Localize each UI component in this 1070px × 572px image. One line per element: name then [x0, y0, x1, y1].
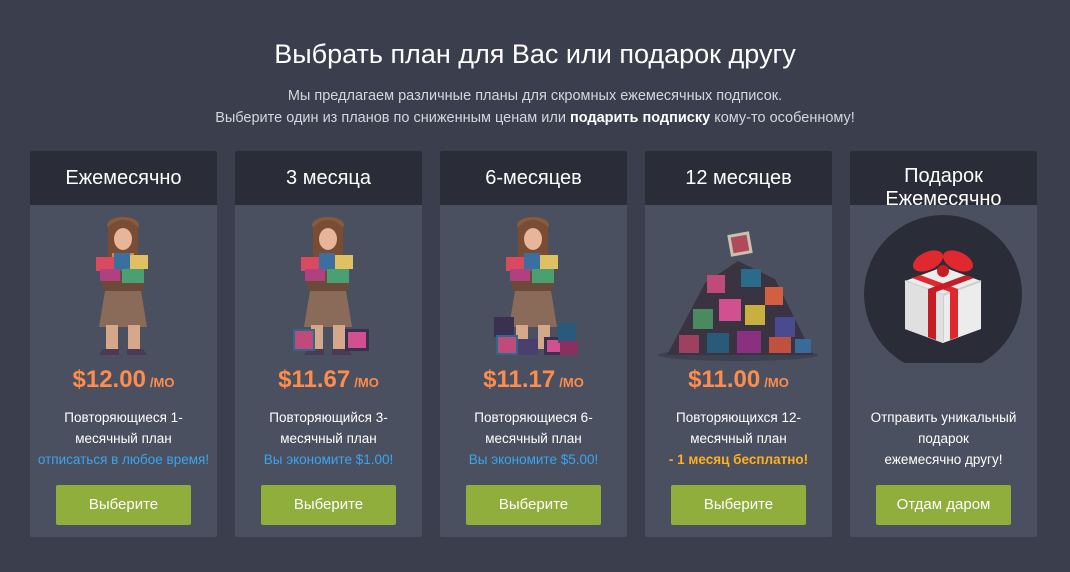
character-holding-games-icon [96, 217, 148, 355]
subtitle-line-2-end: кому-то особенному! [710, 110, 855, 126]
plan-title: 3 месяца [286, 167, 371, 189]
plan-card-3-months: 3 месяца $11.67/MO Повторяющийся 3- меся… [235, 151, 422, 537]
plan-description: Отправить уникальный подарок ежемесячно … [850, 407, 1037, 470]
plan-note: - 1 месяц бесплатно! [668, 452, 809, 467]
plan-description-line-2: месячный план [280, 431, 377, 446]
plan-description-line-1: Повторяющийся 3- [269, 410, 388, 425]
subtitle-line-2: Выберите один из планов по сниженным цен… [0, 107, 1070, 129]
price-amount: $11.67 [278, 366, 351, 393]
price-amount: $11.00 [688, 366, 761, 393]
plans-row: Ежемесячно $12.00/MO Повторяющиеся 1- ме… [30, 151, 1040, 537]
plan-card-gift: Подарок Ежемесячно Отправить уникальный … [850, 151, 1037, 537]
gift-button[interactable]: Отдам даром [876, 485, 1011, 525]
game-pile-icon [658, 231, 818, 361]
price-period: /MO [149, 375, 175, 390]
subtitle-line-2-start: Выберите один из планов по сниженным цен… [215, 110, 570, 126]
plan-price: $11.00/MO [645, 366, 832, 394]
page-title: Выбрать план для Вас или подарок другу [274, 39, 796, 69]
price-amount: $11.17 [483, 366, 556, 393]
plan-description-line-1: Повторяющиеся 6- [474, 410, 593, 425]
plan-description-line-1: Повторяющиеся 1- [64, 410, 183, 425]
plan-card-6-months: 6-месяцев $11.17/MO Повторяющиеся 6- мес… [440, 151, 627, 537]
select-plan-button-12-months[interactable]: Выберите [671, 485, 806, 525]
gift-box-icon [864, 215, 1022, 363]
price-period: /MO [559, 375, 584, 390]
plan-description-line-2: месячный план [485, 431, 582, 446]
plan-title: 12 месяцев [685, 167, 792, 189]
plan-description: Повторяющиеся 6- месячный план Вы эконом… [440, 407, 627, 470]
character-with-game-stack-icon [293, 217, 369, 355]
price-amount: $12.00 [72, 366, 146, 393]
plan-description: Повторяющиеся 1- месячный план отписатьс… [30, 407, 217, 470]
plan-description-line-3: ежемесячно другу! [884, 452, 1003, 467]
plan-price: $11.17/MO [440, 366, 627, 394]
plan-title-line-2: Ежемесячно [885, 188, 1002, 210]
plan-note: Вы экономите $1.00! [263, 452, 394, 467]
price-period: /MO [764, 375, 789, 390]
plan-title: Подарок Ежемесячно [850, 165, 1037, 211]
gift-subscription-highlight: подарить подписку [569, 110, 711, 126]
select-plan-button-monthly[interactable]: Выберите [56, 485, 191, 525]
page-subtitle: Мы предлагаем различные планы для скромн… [0, 85, 1070, 129]
plan-description-line-1: Повторяющихся 12- [676, 410, 801, 425]
plan-card-monthly: Ежемесячно $12.00/MO Повторяющиеся 1- ме… [30, 151, 217, 537]
plan-description-line-2: подарок [918, 431, 969, 446]
character-with-larger-game-stack-icon [494, 217, 578, 355]
plan-note: отписаться в любое время! [37, 452, 210, 467]
subtitle-line-1: Мы предлагаем различные планы для скромн… [287, 88, 783, 104]
plan-description-line-1: Отправить уникальный [870, 410, 1017, 425]
plan-title-line-1: Подарок [904, 165, 983, 187]
select-plan-button-3-months[interactable]: Выберите [261, 485, 396, 525]
plan-description: Повторяющийся 3- месячный план Вы эконом… [235, 407, 422, 470]
plan-title: 6-месяцев [485, 167, 582, 189]
plan-description-line-2: месячный план [75, 431, 172, 446]
plan-card-12-months: 12 месяцев $11.00/MO Повторяющихся 12- м… [645, 151, 832, 537]
price-period: /MO [354, 375, 379, 390]
plan-description: Повторяющихся 12- месячный план - 1 меся… [645, 407, 832, 470]
select-plan-button-6-months[interactable]: Выберите [466, 485, 601, 525]
plan-price: $11.67/MO [235, 366, 422, 394]
plan-price: $12.00/MO [30, 366, 217, 394]
plan-title: Ежемесячно [65, 167, 182, 189]
plan-description-line-2: месячный план [690, 431, 787, 446]
plan-note: Вы экономите $5.00! [468, 452, 599, 467]
